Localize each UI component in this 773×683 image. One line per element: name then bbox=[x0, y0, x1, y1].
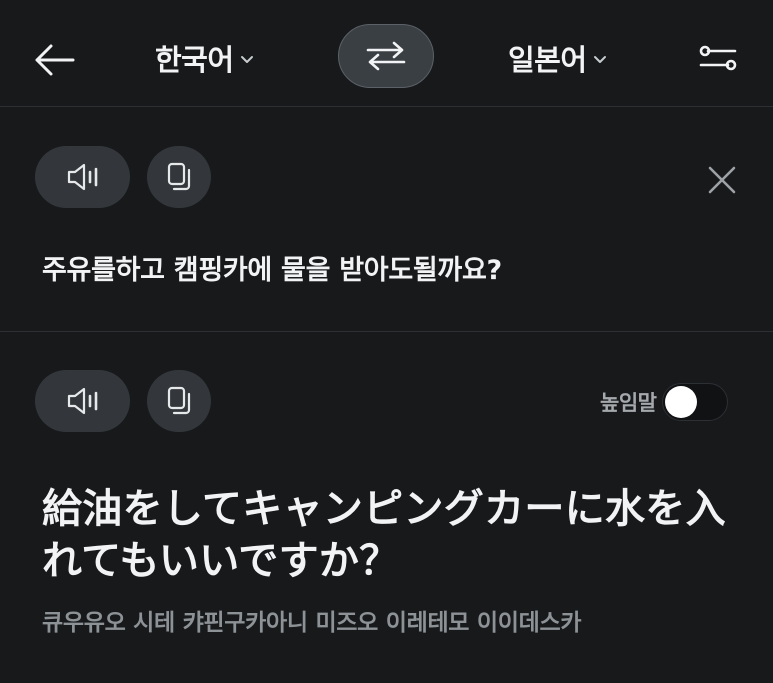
source-language-selector[interactable]: 한국어 bbox=[155, 36, 254, 80]
back-button[interactable] bbox=[30, 36, 78, 84]
result-speak-button[interactable] bbox=[35, 370, 130, 432]
source-text[interactable]: 주유를하고 캠핑카에 물을 받아도될까요? bbox=[42, 248, 502, 287]
honorific-label: 높임말 bbox=[600, 391, 657, 415]
settings-sliders-icon bbox=[699, 45, 737, 71]
close-icon bbox=[708, 166, 736, 194]
source-copy-button[interactable] bbox=[147, 146, 211, 208]
chevron-down-icon bbox=[240, 55, 254, 65]
chevron-down-icon bbox=[593, 55, 607, 65]
pronunciation-text: 큐우유오 시테 캬핀구카아니 미즈오 이레테모 이이데스카 bbox=[42, 610, 582, 636]
clear-text-button[interactable] bbox=[700, 158, 744, 202]
back-arrow-icon bbox=[35, 44, 75, 76]
translated-text[interactable]: 給油をしてキャンピングカーに水を入れてもいいですか？ bbox=[42, 483, 742, 587]
target-language-selector[interactable]: 일본어 bbox=[508, 36, 607, 80]
honorific-toggle-group: 높임말 bbox=[600, 383, 729, 421]
toggle-knob bbox=[665, 386, 698, 418]
swap-languages-button[interactable] bbox=[338, 24, 434, 88]
top-bar: 한국어 일본어 bbox=[0, 0, 773, 107]
source-panel: 주유를하고 캠핑카에 물을 받아도될까요? bbox=[0, 108, 773, 332]
settings-button[interactable] bbox=[692, 36, 744, 80]
copy-icon bbox=[167, 386, 191, 415]
result-copy-button[interactable] bbox=[147, 370, 211, 432]
honorific-toggle[interactable] bbox=[662, 383, 729, 421]
swap-arrows-icon bbox=[366, 41, 406, 71]
copy-icon bbox=[167, 162, 191, 191]
result-panel: 높임말 給油をしてキャンピングカーに水を入れてもいいですか？ 큐우유오 시테 캬… bbox=[0, 333, 773, 683]
speaker-icon bbox=[67, 387, 97, 415]
source-language-label: 한국어 bbox=[155, 43, 234, 77]
target-language-label: 일본어 bbox=[508, 43, 587, 77]
speaker-icon bbox=[67, 163, 97, 191]
source-speak-button[interactable] bbox=[35, 146, 130, 208]
